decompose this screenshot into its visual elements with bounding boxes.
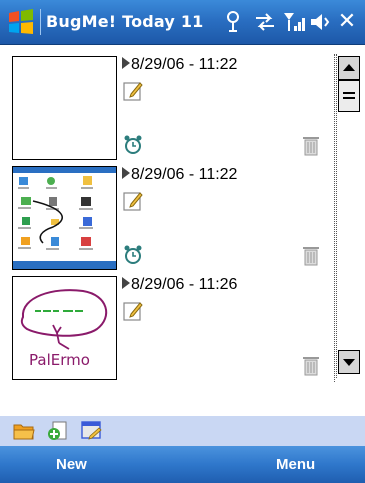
play-icon [122,167,130,179]
note-thumbnail[interactable] [12,166,117,270]
note-thumbnail[interactable]: PalErmo [12,276,117,380]
play-icon [122,277,130,289]
alarm-clock-icon[interactable] [122,134,144,156]
sketch-text: PalErmo [29,351,90,369]
bottom-toolbar [0,416,365,446]
connectivity-icon[interactable] [220,9,246,35]
title-separator [40,9,41,35]
note-thumbnail[interactable] [12,56,117,160]
note-datetime: 8/29/06 - 11:26 [131,276,238,293]
trash-icon[interactable] [302,244,320,266]
scroll-thumb[interactable] [338,80,360,112]
scroll-down-button[interactable] [338,350,360,374]
arrow-up-icon [343,64,355,71]
note-datetime: 8/29/06 - 11:22 [131,166,238,183]
note-datetime-row: 8/29/06 - 11:22 [122,166,237,184]
settings-icon[interactable] [80,420,104,442]
open-folder-icon[interactable] [12,420,36,442]
list-item[interactable]: 8/29/06 - 11:22 [10,164,334,272]
list-item[interactable]: 8/29/06 - 11:22 [10,54,334,162]
note-datetime-row: 8/29/06 - 11:26 [122,276,237,294]
play-icon [122,57,130,69]
note-datetime-row: 8/29/06 - 11:22 [122,56,237,74]
list-item[interactable]: PalErmo 8/29/06 - 11:26 [10,274,334,382]
grip-line [343,97,355,99]
softkey-bar: New Menu [0,446,365,483]
desktop-screenshot-thumbnail [13,167,116,269]
windows-start-icon[interactable] [6,7,36,37]
menu-softkey[interactable]: Menu [276,456,315,473]
edit-note-icon[interactable] [122,190,144,212]
edit-note-icon[interactable] [122,80,144,102]
grip-line [343,92,355,94]
edit-note-icon[interactable] [122,300,144,322]
trash-icon[interactable] [302,134,320,156]
vertical-scrollbar[interactable] [336,54,361,378]
note-list: 8/29/06 - 11:22 8/29/06 - 11:22 PalErmo … [10,54,335,382]
data-sync-icon[interactable] [252,9,278,35]
new-softkey[interactable]: New [56,456,87,473]
app-title: BugMe! Today 11 [46,12,204,31]
arrow-down-icon [343,359,355,366]
title-bar: BugMe! Today 11 ✕ [0,0,365,45]
handwritten-sketch-thumbnail: PalErmo [20,289,108,369]
signal-strength-icon[interactable] [282,9,308,35]
volume-icon[interactable] [308,9,334,35]
close-icon[interactable]: ✕ [334,9,360,35]
new-note-icon[interactable] [46,420,70,442]
alarm-clock-icon[interactable] [122,244,144,266]
note-datetime: 8/29/06 - 11:22 [131,56,238,73]
scroll-up-button[interactable] [338,56,360,80]
trash-icon[interactable] [302,354,320,376]
